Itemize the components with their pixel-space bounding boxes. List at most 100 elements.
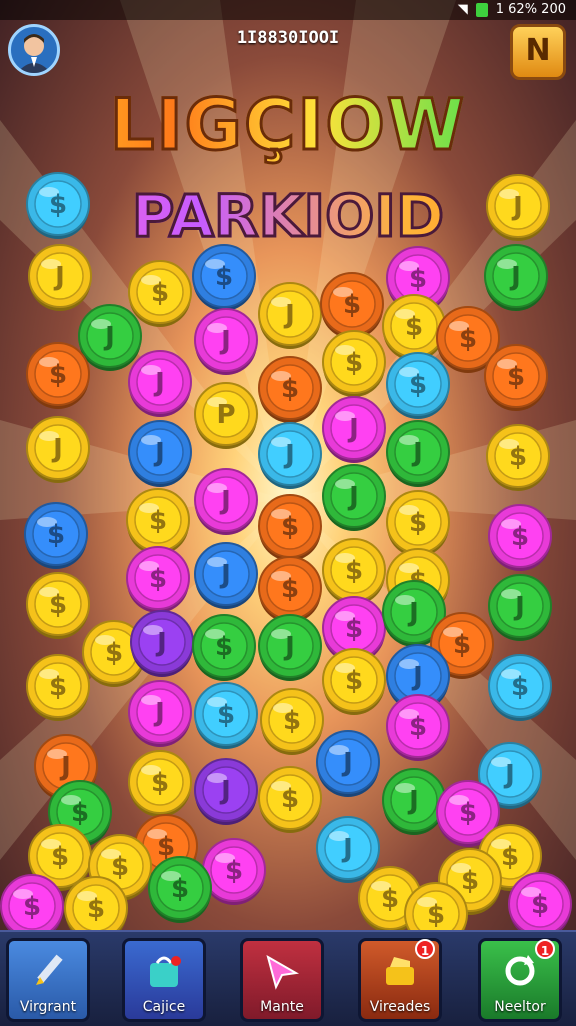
nav-virgrant[interactable]: Virgrant	[6, 938, 90, 1022]
coin-gold[interactable]: $	[126, 488, 190, 555]
bottom-navigation: Virgrant Cajice Mante 1 Vireades 1 Neelt…	[0, 930, 576, 1026]
coin-gold[interactable]: $	[486, 424, 550, 491]
coin-symbol: $	[215, 262, 233, 292]
coin-symbol: $	[409, 370, 427, 400]
coin-symbol: $	[459, 798, 477, 828]
coin-magenta[interactable]: $	[202, 838, 266, 905]
coin-green[interactable]: J	[258, 614, 322, 681]
nav-vireades[interactable]: 1 Vireades	[358, 938, 442, 1022]
coin-blue[interactable]: $	[192, 244, 256, 311]
coin-blue[interactable]: J	[128, 420, 192, 487]
coin-magenta[interactable]: J	[128, 680, 192, 747]
coin-gold[interactable]: $	[26, 654, 90, 721]
coin-magenta[interactable]: $	[386, 694, 450, 761]
coin-magenta[interactable]: J	[194, 308, 258, 375]
coin-cyan[interactable]: $	[488, 654, 552, 721]
coin-purple[interactable]: J	[130, 610, 194, 677]
coin-green[interactable]: J	[382, 768, 446, 835]
coin-symbol: $	[49, 590, 67, 620]
coin-cyan[interactable]: $	[386, 352, 450, 419]
coin-symbol: $	[501, 842, 519, 872]
pencil-icon	[26, 949, 70, 993]
coin-symbol: $	[345, 666, 363, 696]
coin-symbol: $	[49, 190, 67, 220]
coin-orange[interactable]: $	[26, 342, 90, 409]
coin-green[interactable]: J	[386, 420, 450, 487]
coin-symbol: J	[219, 326, 231, 356]
chest-icon	[378, 949, 422, 993]
coin-magenta[interactable]: $	[126, 546, 190, 613]
coin-green[interactable]: J	[488, 574, 552, 641]
coin-orange[interactable]: $	[484, 344, 548, 411]
coin-symbol: J	[503, 760, 515, 790]
coin-symbol: J	[513, 592, 525, 622]
coin-symbol: $	[511, 672, 529, 702]
coin-gold[interactable]: $	[322, 538, 386, 605]
coin-symbol: $	[105, 638, 123, 668]
coin-gold[interactable]: $	[322, 648, 386, 715]
coin-orange[interactable]: $	[258, 494, 322, 561]
coin-orange[interactable]: $	[258, 356, 322, 423]
coin-symbol: $	[49, 672, 67, 702]
coin-symbol: J	[219, 776, 231, 806]
coin-gold[interactable]: $	[258, 766, 322, 833]
nav-neeltor[interactable]: 1 Neeltor	[478, 938, 562, 1022]
coin-gold[interactable]: $	[128, 750, 192, 817]
coin-purple[interactable]: J	[194, 758, 258, 825]
coin-symbol: $	[149, 564, 167, 594]
coin-blue[interactable]: $	[24, 502, 88, 569]
coin-symbol: $	[509, 442, 527, 472]
coin-symbol: $	[283, 706, 301, 736]
coin-gold[interactable]: J	[258, 282, 322, 349]
coin-cyan[interactable]: $	[194, 682, 258, 749]
coin-gold[interactable]: $	[382, 294, 446, 361]
coin-green[interactable]: $	[148, 856, 212, 923]
coin-symbol: $	[405, 312, 423, 342]
coin-magenta[interactable]: J	[194, 468, 258, 535]
coin-symbol: $	[281, 374, 299, 404]
coin-green[interactable]: J	[322, 464, 386, 531]
coin-gold[interactable]: J	[28, 244, 92, 311]
coin-magenta[interactable]: J	[128, 350, 192, 417]
coin-symbol: J	[153, 698, 165, 728]
coin-symbol: J	[407, 598, 419, 628]
cursor-icon	[260, 949, 304, 993]
coin-orange[interactable]: $	[320, 272, 384, 339]
coin-magenta[interactable]: J	[322, 396, 386, 463]
coin-symbol: $	[225, 856, 243, 886]
coin-symbol: $	[409, 264, 427, 294]
coin-gold[interactable]: $	[26, 572, 90, 639]
coin-symbol: $	[151, 768, 169, 798]
coin-blue[interactable]: J	[194, 542, 258, 609]
coin-gold[interactable]: $	[386, 490, 450, 557]
coin-symbol: $	[345, 614, 363, 644]
coin-gold[interactable]: $	[128, 260, 192, 327]
nav-cajice[interactable]: Cajice	[122, 938, 206, 1022]
coin-gold[interactable]: $	[260, 688, 324, 755]
coin-symbol: $	[215, 632, 233, 662]
nav-label: Cajice	[142, 999, 186, 1015]
coin-gold[interactable]: $	[322, 330, 386, 397]
coin-symbol: $	[345, 348, 363, 378]
coin-symbol: $	[49, 360, 67, 390]
coin-symbol: $	[87, 894, 105, 924]
coin-symbol: $	[507, 362, 525, 392]
nav-mante[interactable]: Mante	[240, 938, 324, 1022]
coin-orange[interactable]: $	[258, 556, 322, 623]
coin-magenta[interactable]: $	[488, 504, 552, 571]
coin-green[interactable]: J	[78, 304, 142, 371]
coin-symbol: $	[345, 556, 363, 586]
coin-green[interactable]: $	[192, 614, 256, 681]
coin-cyan[interactable]: J	[316, 816, 380, 883]
coin-symbol: J	[59, 752, 71, 782]
bag-icon	[142, 949, 186, 993]
coin-symbol: J	[347, 414, 359, 444]
coin-cyan[interactable]: $	[26, 172, 90, 239]
coin-gold[interactable]: J	[486, 174, 550, 241]
coin-gold[interactable]: P	[194, 382, 258, 449]
coin-blue[interactable]: J	[316, 730, 380, 797]
coin-green[interactable]: J	[484, 244, 548, 311]
coin-cyan[interactable]: J	[258, 422, 322, 489]
coin-gold[interactable]: J	[26, 416, 90, 483]
coin-symbol: $	[427, 900, 445, 930]
